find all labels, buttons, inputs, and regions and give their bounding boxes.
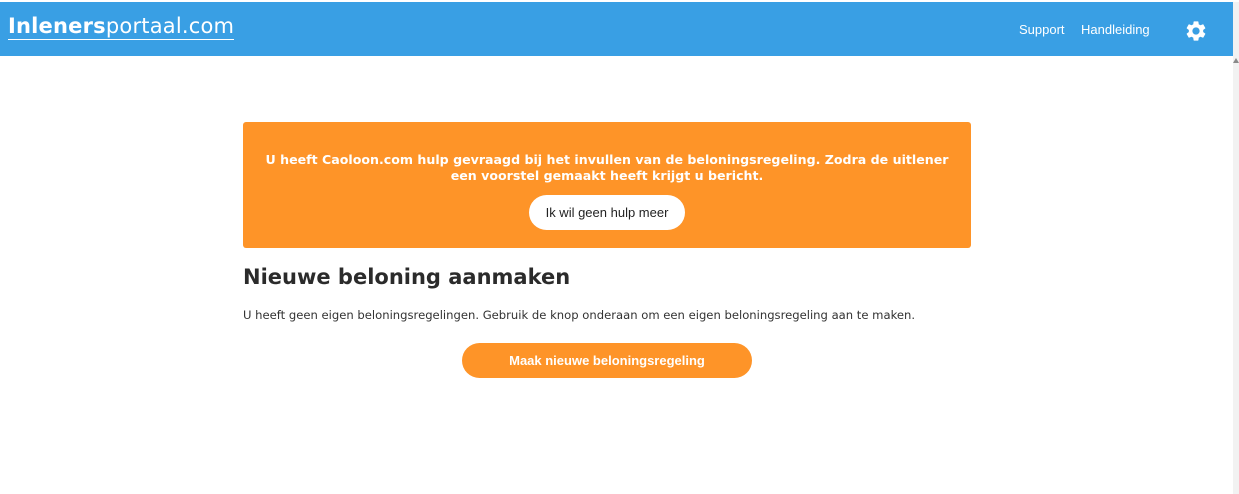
gear-icon[interactable] [1184,19,1208,43]
page-title: Nieuwe beloning aanmaken [243,265,571,289]
logo-rest-text: portaal.com [105,14,235,38]
help-requested-notice: U heeft Caoloon.com hulp gevraagd bij he… [243,122,971,248]
new-reward-regulation-button[interactable]: Maak nieuwe beloningsregeling [462,343,752,378]
page: Inlenersportaal.com Support Handleiding … [0,0,1239,494]
main-content: U heeft Caoloon.com hulp gevraagd bij he… [243,122,971,378]
top-navbar: Inlenersportaal.com Support Handleiding [0,2,1233,56]
site-logo-link[interactable]: Inlenersportaal.com [8,14,235,40]
no-more-help-button[interactable]: Ik wil geen hulp meer [529,195,685,230]
notice-message: U heeft Caoloon.com hulp gevraagd bij he… [265,152,949,183]
vertical-scrollbar[interactable] [1233,2,1239,494]
nav-support-link[interactable]: Support [1019,22,1065,38]
scroll-up-arrow-icon[interactable] [1233,58,1239,63]
logo-bold-text: Inleners [8,14,106,38]
nav-handleiding-link[interactable]: Handleiding [1081,22,1150,38]
no-regulations-info: U heeft geen eigen beloningsregelingen. … [243,308,916,322]
